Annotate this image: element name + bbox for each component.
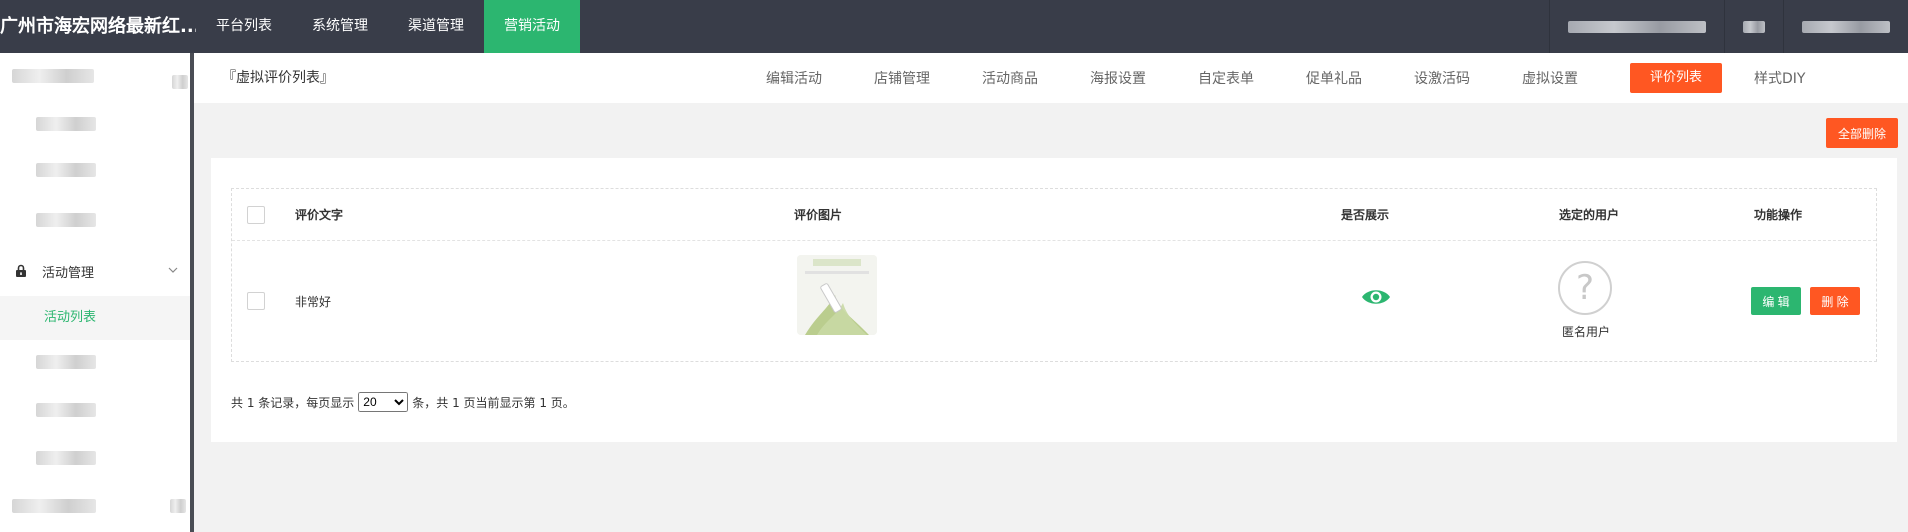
- tab-gifts[interactable]: 促单礼品: [1306, 68, 1362, 88]
- review-card: 评价文字 评价图片 是否展示 选定的用户 功能操作 非常好 ? 匿名用户 编 辑…: [211, 158, 1897, 442]
- redacted-sidebar-item: [36, 355, 96, 369]
- topnav-item-system[interactable]: 系统管理: [292, 0, 388, 53]
- redacted-sidebar-item: [36, 451, 96, 465]
- sidebar-divider: [190, 53, 194, 532]
- top-nav: 平台列表 系统管理 渠道管理 营销活动: [196, 0, 580, 53]
- redacted-user[interactable]: [1783, 0, 1908, 53]
- review-table: 评价文字 评价图片 是否展示 选定的用户 功能操作 非常好 ? 匿名用户 编 辑…: [231, 188, 1877, 362]
- tab-style-diy[interactable]: 样式DIY: [1754, 68, 1805, 88]
- tab-store-management[interactable]: 店铺管理: [874, 68, 930, 88]
- page-title: 『虚拟评价列表』: [222, 70, 334, 86]
- pager-prefix: 共 1 条记录，每页显示: [231, 395, 355, 410]
- redacted-info[interactable]: [1724, 0, 1783, 53]
- user-name: 匿名用户: [1561, 325, 1610, 339]
- delete-all-button[interactable]: 全部删除: [1826, 118, 1898, 148]
- sidebar-item-activity-list[interactable]: 活动列表: [0, 296, 190, 340]
- sidebar-menu-activity[interactable]: 活动管理: [0, 252, 190, 290]
- redacted-sidebar-item: [36, 117, 96, 131]
- content-header: 『虚拟评价列表』 编辑活动 店铺管理 活动商品 海报设置 自定表单 促单礼品 设…: [194, 53, 1908, 103]
- tab-review-list[interactable]: 评价列表: [1630, 63, 1723, 93]
- edit-button[interactable]: 编 辑: [1751, 287, 1801, 315]
- pager-suffix: 条，共 1 页当前显示第 1 页。: [412, 395, 575, 410]
- row-checkbox[interactable]: [247, 292, 265, 310]
- review-text: 非常好: [295, 294, 332, 309]
- redacted-sidebar-item: [36, 213, 96, 227]
- redacted-sidebar-item: [12, 69, 94, 83]
- redacted-sidebar-item: [36, 403, 96, 417]
- top-navbar: 广州市海宏网络最新红... 平台列表 系统管理 渠道管理 营销活动: [0, 0, 1908, 53]
- page-size-select[interactable]: 20: [358, 392, 409, 412]
- col-header-image: 评价图片: [794, 208, 843, 222]
- table-row: 非常好 ? 匿名用户 编 辑 删 除: [232, 241, 1876, 361]
- topnav-item-channels[interactable]: 渠道管理: [388, 0, 484, 53]
- redacted-sidebar-item: [172, 75, 188, 89]
- select-all-checkbox[interactable]: [247, 205, 265, 224]
- eye-icon[interactable]: [1361, 287, 1391, 307]
- col-header-ops: 功能操作: [1754, 208, 1803, 222]
- redacted-sidebar-item: [170, 499, 186, 513]
- tab-virtual-settings[interactable]: 虚拟设置: [1522, 68, 1578, 88]
- chevron-down-icon: [168, 267, 178, 273]
- tab-edit-activity[interactable]: 编辑活动: [766, 68, 822, 88]
- brand-title: 广州市海宏网络最新红...: [0, 16, 196, 37]
- delete-button[interactable]: 删 除: [1810, 287, 1860, 315]
- col-header-show: 是否展示: [1341, 208, 1390, 222]
- sidebar: 活动管理 活动列表: [0, 53, 190, 532]
- activity-tabs: 编辑活动 店铺管理 活动商品 海报设置 自定表单 促单礼品 设激活码 虚拟设置 …: [766, 53, 1857, 103]
- sidebar-menu-label: 活动管理: [42, 265, 95, 281]
- tab-activity-products[interactable]: 活动商品: [982, 68, 1038, 88]
- redacted-sidebar-item: [12, 499, 96, 513]
- review-image-thumbnail[interactable]: [797, 255, 877, 335]
- redacted-info[interactable]: [1549, 0, 1724, 53]
- topnav-item-marketing[interactable]: 营销活动: [484, 0, 580, 53]
- user-avatar: ?: [1558, 261, 1612, 315]
- tab-custom-form[interactable]: 自定表单: [1198, 68, 1254, 88]
- lock-icon: [16, 264, 26, 277]
- table-header: 评价文字 评价图片 是否展示 选定的用户 功能操作: [232, 189, 1876, 241]
- col-header-text: 评价文字: [295, 208, 344, 222]
- topnav-item-platforms[interactable]: 平台列表: [196, 0, 292, 53]
- user-area: [1549, 0, 1908, 53]
- tab-activation-codes[interactable]: 设激活码: [1414, 68, 1470, 88]
- redacted-sidebar-item: [36, 163, 96, 177]
- tab-poster-settings[interactable]: 海报设置: [1090, 68, 1146, 88]
- product-image: [797, 255, 877, 335]
- pagination: 共 1 条记录，每页显示 20 条，共 1 页当前显示第 1 页。: [231, 392, 575, 412]
- col-header-user: 选定的用户: [1559, 208, 1620, 222]
